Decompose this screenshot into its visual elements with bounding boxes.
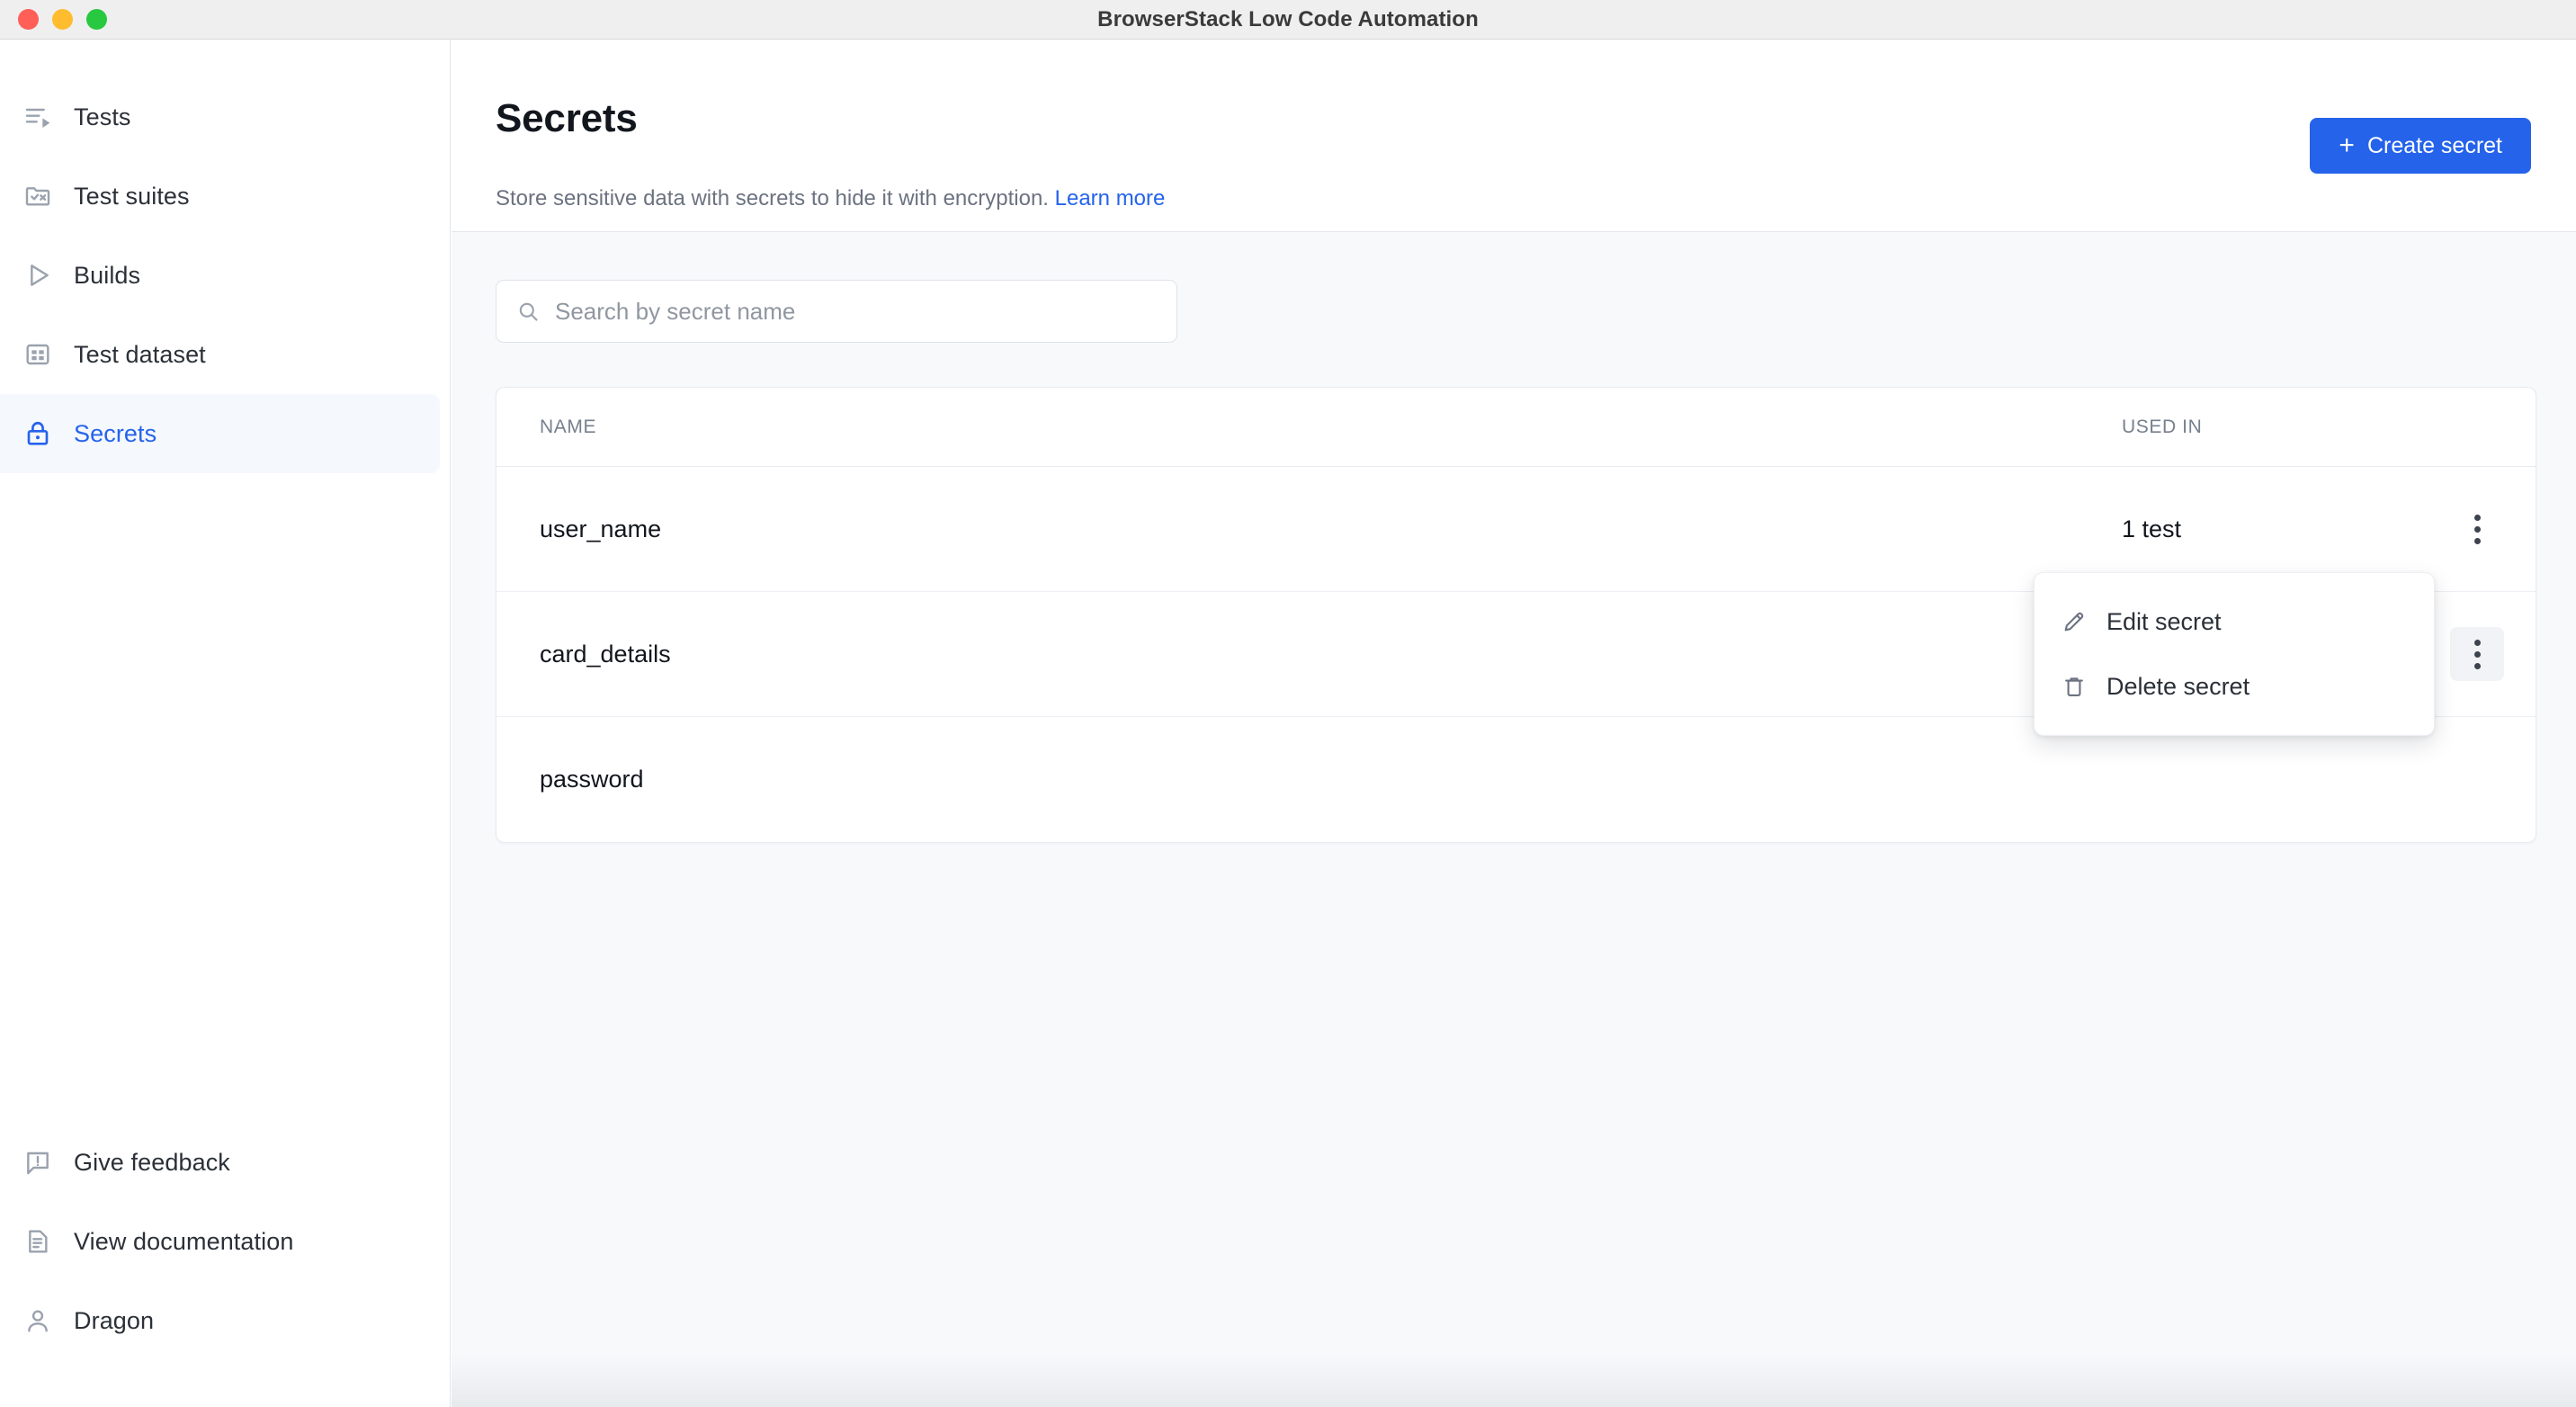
sidebar-item-label: Dragon: [74, 1306, 155, 1334]
sidebar-item-builds[interactable]: Builds: [0, 236, 440, 315]
row-actions-menu-button[interactable]: [2450, 627, 2504, 681]
kebab-dot: [2473, 650, 2481, 658]
sidebar-item-label: Give feedback: [74, 1148, 230, 1176]
column-header-used-in: USED IN: [2122, 416, 2203, 437]
page-title: Secrets: [496, 96, 638, 140]
kebab-dot: [2473, 639, 2481, 646]
minimize-window-button[interactable]: [52, 9, 73, 30]
page-subtitle-text: Store sensitive data with secrets to hid…: [496, 186, 1049, 211]
row-actions-menu-button[interactable]: [2450, 502, 2504, 556]
column-header-name: NAME: [540, 416, 597, 437]
row-actions-dropdown: Edit secret Delete secret: [2034, 572, 2435, 736]
main-content: Secrets Store sensitive data with secret…: [452, 40, 2576, 1407]
sidebar-item-secrets[interactable]: Secrets: [0, 394, 440, 473]
search-icon: [516, 300, 541, 324]
tests-icon: [23, 103, 74, 131]
trash-icon: [2062, 674, 2087, 699]
window-titlebar: BrowserStack Low Code Automation: [0, 0, 2576, 40]
plus-icon: +: [2339, 130, 2355, 160]
sidebar-item-label: View documentation: [74, 1227, 294, 1255]
sidebar-item-label: Test suites: [74, 182, 190, 210]
menu-item-label: Delete secret: [2106, 672, 2250, 700]
sidebar-item-give-feedback[interactable]: Give feedback: [0, 1123, 440, 1202]
user-icon: [23, 1306, 74, 1335]
builds-icon: [23, 261, 74, 290]
row-actions-cell: [2419, 502, 2536, 556]
test-dataset-icon: [23, 340, 74, 369]
bottom-fade: [452, 1353, 2576, 1407]
secret-name: user_name: [540, 515, 662, 542]
sidebar: Tests Test suites Builds Test dataset Se…: [0, 40, 451, 1407]
sidebar-item-label: Secrets: [74, 419, 157, 447]
search-input[interactable]: [555, 297, 1113, 326]
create-secret-button[interactable]: + Create secret: [2310, 118, 2531, 174]
learn-more-link[interactable]: Learn more: [1055, 186, 1166, 211]
create-secret-label: Create secret: [2366, 132, 2502, 158]
secret-name: card_details: [540, 640, 671, 668]
sidebar-item-tests[interactable]: Tests: [0, 77, 440, 157]
secret-name: password: [540, 766, 644, 793]
sidebar-item-label: Test dataset: [74, 340, 206, 368]
sidebar-secondary-nav: Give feedback View documentation Dragon: [0, 1123, 451, 1360]
feedback-icon: [23, 1148, 74, 1177]
sidebar-item-label: Builds: [74, 261, 141, 289]
test-suites-icon: [23, 182, 74, 211]
page-header: Secrets Store sensitive data with secret…: [452, 40, 2576, 232]
sidebar-primary-nav: Tests Test suites Builds Test dataset Se…: [0, 77, 451, 473]
traffic-lights: [18, 9, 107, 30]
sidebar-item-test-dataset[interactable]: Test dataset: [0, 315, 440, 394]
menu-item-label: Edit secret: [2106, 607, 2222, 635]
search-container: [496, 280, 1177, 343]
row-actions-cell: [2419, 627, 2536, 681]
lock-icon: [23, 419, 74, 448]
sidebar-item-view-documentation[interactable]: View documentation: [0, 1202, 440, 1281]
page-subtitle: Store sensitive data with secrets to hid…: [496, 186, 1165, 211]
kebab-dot: [2473, 662, 2481, 669]
document-icon: [23, 1227, 74, 1256]
window-title: BrowserStack Low Code Automation: [1097, 6, 1479, 31]
sidebar-item-account[interactable]: Dragon: [0, 1281, 440, 1360]
kebab-dot: [2473, 537, 2481, 544]
search-box[interactable]: [496, 280, 1177, 343]
sidebar-item-label: Tests: [74, 103, 131, 130]
sidebar-item-test-suites[interactable]: Test suites: [0, 157, 440, 236]
close-window-button[interactable]: [18, 9, 39, 30]
kebab-dot: [2473, 525, 2481, 533]
menu-item-delete-secret[interactable]: Delete secret: [2035, 654, 2434, 719]
table-header-row: NAME USED IN: [496, 388, 2536, 467]
secret-used-in: 1 test: [2122, 515, 2182, 542]
menu-item-edit-secret[interactable]: Edit secret: [2035, 589, 2434, 654]
kebab-dot: [2473, 514, 2481, 521]
pencil-icon: [2062, 609, 2087, 634]
maximize-window-button[interactable]: [86, 9, 107, 30]
